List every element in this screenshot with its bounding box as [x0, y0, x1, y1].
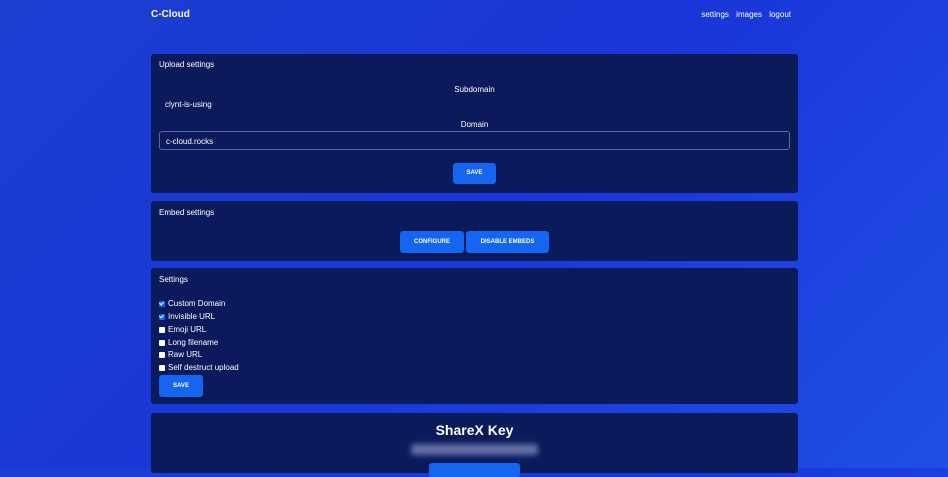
upload-settings-title: Upload settings [159, 60, 215, 69]
option-label: Invisible URL [168, 312, 216, 321]
option-raw-url[interactable]: Raw URL [159, 350, 202, 359]
option-label: Raw URL [168, 350, 203, 359]
top-navbar: C-Cloud settings images logout [0, 0, 948, 30]
option-emoji-url[interactable]: Emoji URL [159, 325, 206, 334]
checkbox[interactable] [159, 326, 165, 333]
option-invisible-url[interactable]: Invisible URL [159, 312, 215, 321]
embed-settings-title: Embed settings [159, 208, 215, 217]
domain-label: Domain [460, 120, 489, 129]
sharex-action-button[interactable] [429, 463, 520, 477]
checkbox[interactable] [159, 339, 165, 346]
disable-embeds-button[interactable]: DISABLE EMBEDS [466, 231, 549, 253]
embed-settings-card: Embed settings CONFIGURE DISABLE EMBEDS [151, 201, 798, 261]
nav-settings-link[interactable]: settings [701, 10, 729, 19]
upload-settings-card: Upload settings Subdomain clynt-is-using… [151, 54, 798, 193]
option-label: Emoji URL [168, 325, 207, 334]
option-label: Self destruct upload [168, 363, 239, 372]
nav-images-link[interactable]: images [736, 10, 762, 19]
sharex-key-value [411, 444, 538, 455]
settings-title: Settings [159, 275, 188, 284]
checkbox[interactable] [159, 313, 165, 320]
option-label: Custom Domain [168, 299, 226, 308]
option-long-filename[interactable]: Long filename [159, 338, 218, 347]
option-custom-domain[interactable]: Custom Domain [159, 299, 225, 308]
sharex-card: ShareX Key [151, 413, 798, 477]
checkbox[interactable] [159, 351, 165, 358]
upload-save-button[interactable]: SAVE [453, 163, 496, 184]
checkbox[interactable] [159, 300, 165, 307]
settings-save-button[interactable]: SAVE [159, 375, 203, 397]
domain-field[interactable]: c-cloud.rocks [159, 131, 790, 150]
option-self-destruct[interactable]: Self destruct upload [159, 363, 239, 372]
option-label: Long filename [168, 338, 219, 347]
nav-links: settings images logout [696, 10, 791, 19]
nav-logout-link[interactable]: logout [769, 10, 791, 19]
sharex-title: ShareX Key [435, 422, 514, 438]
configure-button[interactable]: CONFIGURE [400, 231, 464, 253]
checkbox[interactable] [159, 364, 165, 371]
subdomain-label: Subdomain [454, 85, 495, 94]
brand-logo[interactable]: C-Cloud [151, 9, 190, 20]
subdomain-field[interactable]: clynt-is-using [165, 100, 212, 109]
settings-card: Settings Custom Domain Invisible URL Emo… [151, 268, 798, 404]
